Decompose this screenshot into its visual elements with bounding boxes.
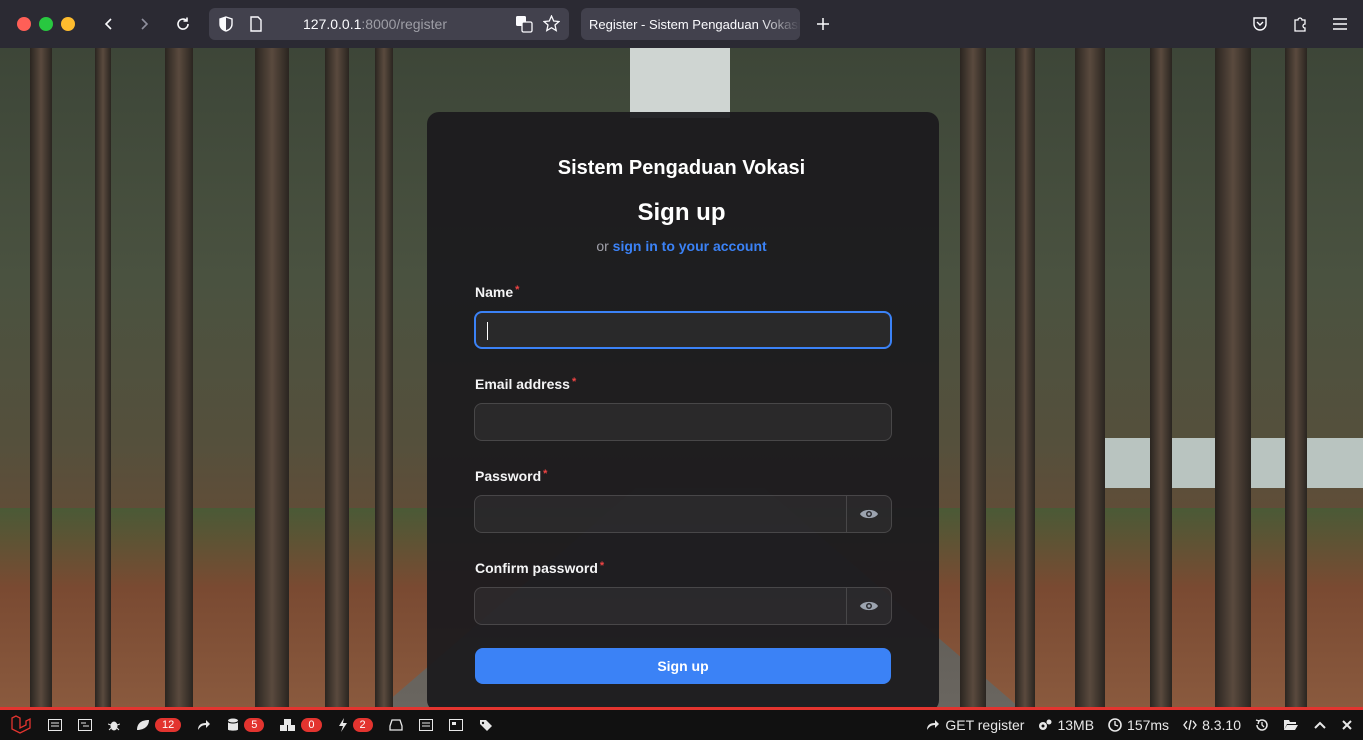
cubes-icon bbox=[280, 718, 296, 731]
code-icon bbox=[1183, 719, 1197, 731]
events-tab[interactable]: 2 bbox=[338, 718, 373, 732]
signin-prompt: or sign in to your account bbox=[596, 238, 767, 254]
timeline-icon bbox=[78, 719, 92, 731]
url-text: 127.0.0.1:8000/register bbox=[303, 16, 447, 32]
back-button[interactable] bbox=[95, 10, 123, 38]
close-debugbar-button[interactable] bbox=[1341, 719, 1353, 731]
required-mark: * bbox=[571, 376, 577, 388]
password-field[interactable] bbox=[474, 495, 892, 533]
session-tab[interactable] bbox=[448, 719, 463, 731]
eye-icon bbox=[860, 601, 878, 611]
close-window-button[interactable] bbox=[17, 17, 31, 31]
pocket-icon bbox=[1253, 17, 1267, 31]
new-tab-button[interactable] bbox=[809, 10, 837, 38]
memory-info[interactable]: 13MB bbox=[1038, 717, 1094, 733]
open-dataset-button[interactable] bbox=[1283, 719, 1299, 731]
queries-count-badge: 5 bbox=[244, 718, 265, 732]
route-info[interactable]: GET register bbox=[926, 717, 1024, 733]
hamburger-icon bbox=[1333, 18, 1347, 30]
timeline-tab[interactable] bbox=[78, 719, 92, 731]
debugbar-status: GET register 13MB 157ms 8.3.10 bbox=[926, 710, 1353, 740]
sign-in-link[interactable]: sign in to your account bbox=[613, 238, 767, 254]
exceptions-tab[interactable] bbox=[108, 719, 120, 731]
zoom-window-button[interactable] bbox=[61, 17, 75, 31]
browser-toolbar: 127.0.0.1:8000/register Register - Siste… bbox=[0, 0, 1363, 48]
share-arrow-icon bbox=[927, 720, 940, 730]
password-label: Password * bbox=[475, 468, 548, 484]
page-icon bbox=[250, 16, 262, 32]
name-label: Name * bbox=[475, 284, 520, 300]
required-mark: * bbox=[599, 560, 605, 572]
confirm-password-label: Confirm password * bbox=[475, 560, 605, 576]
leaf-icon bbox=[137, 720, 149, 730]
share-arrow-icon bbox=[198, 720, 211, 730]
chevron-up-icon bbox=[1314, 721, 1326, 729]
laravel-logo-button[interactable] bbox=[10, 715, 32, 735]
bug-icon bbox=[108, 721, 120, 731]
queries-tab[interactable]: 5 bbox=[227, 718, 265, 732]
translate-icon[interactable] bbox=[515, 15, 533, 33]
name-field[interactable] bbox=[474, 311, 892, 349]
page-title: Sign up bbox=[637, 199, 726, 226]
forward-button[interactable] bbox=[130, 10, 158, 38]
shield-icon bbox=[219, 16, 233, 32]
debugbar: 12 5 0 2 GET register 13MB 157ms 8.3.10 bbox=[0, 707, 1363, 740]
models-count-badge: 0 bbox=[301, 718, 322, 732]
toggle-password-visibility-button[interactable] bbox=[846, 496, 891, 532]
cogs-icon bbox=[1039, 719, 1052, 730]
models-tab[interactable]: 0 bbox=[280, 718, 322, 732]
tags-icon bbox=[479, 719, 492, 731]
arrow-left-icon bbox=[104, 18, 112, 30]
menu-button[interactable] bbox=[1326, 10, 1354, 38]
window-controls bbox=[17, 17, 75, 31]
arrow-right-icon bbox=[141, 18, 149, 30]
pocket-button[interactable] bbox=[1246, 10, 1274, 38]
address-bar[interactable]: 127.0.0.1:8000/register bbox=[209, 8, 569, 40]
bolt-icon bbox=[338, 718, 347, 732]
request-icon bbox=[418, 719, 433, 731]
folder-open-icon bbox=[1284, 720, 1298, 730]
tab-title: Register - Sistem Pengaduan Vokasi bbox=[589, 16, 800, 32]
email-label: Email address * bbox=[475, 376, 577, 392]
toggle-confirm-visibility-button[interactable] bbox=[846, 588, 891, 624]
reload-icon bbox=[177, 17, 189, 30]
events-count-badge: 2 bbox=[352, 718, 373, 732]
tags-tab[interactable] bbox=[479, 719, 494, 732]
history-icon bbox=[1255, 719, 1268, 731]
request-tab[interactable] bbox=[418, 719, 433, 731]
messages-icon bbox=[48, 719, 62, 731]
puzzle-icon bbox=[1294, 17, 1306, 32]
views-count-badge: 12 bbox=[155, 718, 182, 732]
sign-up-button[interactable]: Sign up bbox=[475, 648, 891, 684]
brand-title: Sistem Pengaduan Vokasi bbox=[557, 157, 806, 179]
inbox-icon bbox=[388, 719, 403, 731]
required-mark: * bbox=[515, 284, 520, 296]
mails-tab[interactable] bbox=[388, 719, 403, 731]
reload-button[interactable] bbox=[169, 10, 197, 38]
tab-register[interactable]: Register - Sistem Pengaduan Vokasi bbox=[581, 8, 800, 40]
messages-tab[interactable] bbox=[48, 719, 62, 731]
views-tab[interactable]: 12 bbox=[136, 718, 182, 732]
eye-icon bbox=[860, 509, 878, 519]
history-button[interactable] bbox=[1255, 718, 1269, 732]
database-icon bbox=[228, 718, 239, 731]
close-icon bbox=[1342, 720, 1352, 730]
plus-icon bbox=[817, 18, 829, 30]
extensions-button[interactable] bbox=[1286, 10, 1314, 38]
route-tab[interactable] bbox=[197, 719, 211, 731]
archive-icon bbox=[448, 719, 463, 731]
restore-debugbar-button[interactable] bbox=[1313, 720, 1327, 730]
email-field[interactable] bbox=[474, 403, 892, 441]
confirm-password-field[interactable] bbox=[474, 587, 892, 625]
bookmark-star-icon[interactable] bbox=[543, 15, 560, 32]
text-caret bbox=[487, 322, 488, 340]
required-mark: * bbox=[543, 468, 548, 480]
php-version-info: 8.3.10 bbox=[1183, 717, 1241, 733]
time-info[interactable]: 157ms bbox=[1108, 717, 1169, 733]
clock-icon bbox=[1108, 718, 1122, 732]
minimize-window-button[interactable] bbox=[39, 17, 53, 31]
laravel-icon bbox=[11, 715, 31, 734]
